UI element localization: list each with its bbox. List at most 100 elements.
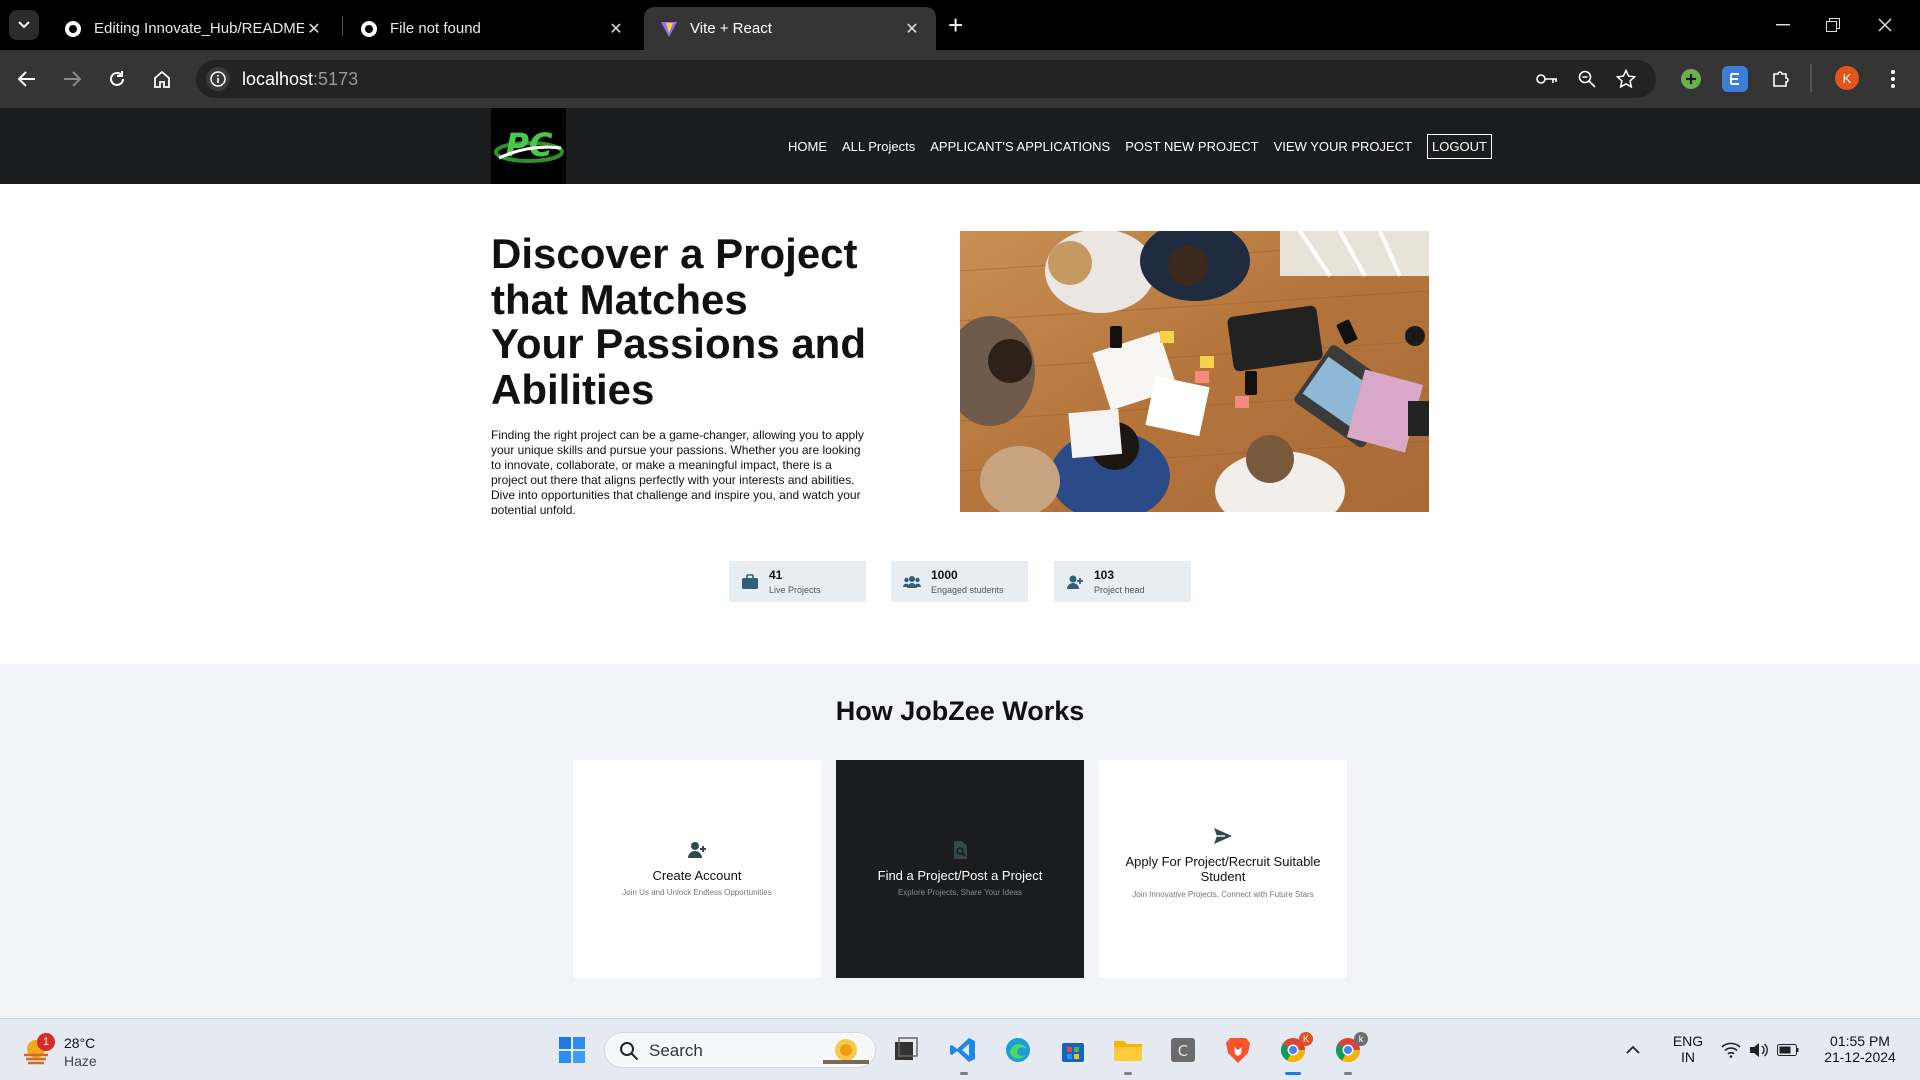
task-view-button[interactable] [888,1032,924,1068]
task-view-icon [895,1037,918,1060]
home-icon [154,70,170,88]
browser-toolbar: localhost:5173 [0,50,1920,108]
start-button[interactable] [554,1032,590,1068]
nav-link-home[interactable]: HOME [788,139,827,154]
chrome-profile-badge: k [1354,1032,1368,1046]
close-tab-icon[interactable]: ✕ [606,19,626,39]
reload-button[interactable] [102,64,132,94]
store-icon [1062,1043,1084,1062]
extension-blue-button[interactable] [1722,66,1748,92]
kebab-menu-icon [1891,70,1895,88]
running-indicator [960,1072,968,1075]
user-plus-icon [688,842,706,858]
c-app-icon: C [1171,1038,1195,1062]
c-app[interactable]: C [1165,1032,1201,1068]
users-icon [903,576,921,588]
close-icon [1878,18,1892,32]
home-button[interactable] [147,64,177,94]
url-text: localhost:5173 [242,69,358,90]
back-button[interactable] [12,64,42,94]
pc-logo-icon: PC [493,126,564,164]
close-tab-icon[interactable]: ✕ [304,19,324,39]
bookmark-star-icon[interactable] [1615,68,1637,90]
vscode-icon [950,1038,975,1062]
stat-value: 1000 [931,568,958,582]
nav-link-post-project[interactable]: POST NEW PROJECT [1125,139,1258,154]
edge-icon [1006,1038,1030,1062]
logout-button[interactable]: LOGOUT [1427,134,1492,159]
chrome-app-active[interactable]: K [1275,1032,1313,1068]
step-card-create-account: Create Account Join Us and Unlock Endles… [573,760,821,978]
stat-label: Engaged students [931,585,1004,595]
close-tab-icon[interactable]: ✕ [902,19,922,39]
send-icon [1214,828,1232,844]
card-title: Apply For Project/Recruit Suitable Stude… [1125,854,1321,884]
file-explorer-app[interactable] [1110,1032,1146,1068]
weather-temp: 28°C [64,1035,96,1051]
tab-search-button[interactable] [9,10,39,40]
windows-logo-icon [559,1037,585,1063]
nav-link-all-projects[interactable]: ALL Projects [842,139,915,154]
svg-text:C: C [1178,1042,1188,1060]
plus-circle-icon [1681,69,1701,89]
reload-icon [110,71,124,86]
browser-tab-strip: Editing Innovate_Hub/README ✕ File not f… [0,0,1920,50]
e-letter-icon [1730,73,1739,85]
profile-avatar[interactable]: K [1835,66,1859,90]
volume-icon [1750,1043,1768,1057]
chrome-menu-button[interactable] [1880,66,1906,92]
close-window-button[interactable] [1865,10,1905,40]
star-icon [1616,69,1636,89]
step-card-find-project: Find a Project/Post a Project Explore Pr… [836,760,1084,978]
new-tab-button[interactable]: + [948,12,963,38]
nav-link-applications[interactable]: APPLICANT'S APPLICATIONS [930,139,1110,154]
clock[interactable]: 01:55 PM 21-12-2024 [1810,1033,1910,1065]
browser-tab[interactable]: File not found ✕ [344,7,640,50]
brave-app[interactable] [1220,1032,1256,1068]
taskbar-search[interactable]: Search [604,1032,876,1068]
restore-button[interactable] [1813,10,1853,40]
tab-divider [342,16,343,36]
hero-image [960,231,1429,512]
system-status-button[interactable] [1710,1032,1810,1068]
github-icon [65,20,81,37]
vscode-app[interactable] [945,1032,981,1068]
vite-icon [661,21,677,37]
hero-title: Discover a Project that Matches Your Pas… [491,231,921,413]
minimize-button[interactable] [1763,10,1803,40]
hero-title-line1: Discover a Project that Matches [491,230,858,323]
extensions-button[interactable] [1768,66,1794,92]
url-host: localhost [242,69,314,89]
chevron-down-icon [18,21,30,29]
url-port: :5173 [313,69,359,89]
restore-icon [1826,18,1840,32]
edge-app[interactable] [1000,1032,1036,1068]
puzzle-icon [1773,71,1789,87]
stat-value: 103 [1094,568,1115,582]
chevron-up-icon [1626,1046,1640,1054]
search-highlight-icon [823,1039,869,1064]
browser-tab-active[interactable]: Vite + React ✕ [644,7,936,50]
chrome-app-secondary[interactable]: k [1330,1032,1368,1068]
browser-tab[interactable]: Editing Innovate_Hub/README ✕ [48,7,338,50]
hero-title-line2: Your Passions and Abilities [491,320,866,413]
address-bar[interactable]: localhost:5173 [196,60,1656,98]
weather-condition: Haze [64,1053,97,1069]
stat-live-projects: 41 Live Projects [729,561,866,602]
toolbar-divider [1810,64,1812,92]
site-info-button[interactable] [206,67,230,91]
store-app[interactable] [1055,1032,1091,1068]
running-indicator [1344,1072,1352,1075]
language-indicator[interactable]: ENG IN [1668,1033,1708,1065]
extension-green-button[interactable] [1678,66,1704,92]
tray-overflow-button[interactable] [1615,1032,1651,1068]
zoom-icon[interactable] [1576,68,1598,90]
battery-icon [1777,1044,1799,1056]
site-logo[interactable]: PC [491,108,566,184]
forward-button[interactable] [57,64,87,94]
nav-links: HOME ALL Projects APPLICANT'S APPLICATIO… [788,134,1492,159]
briefcase-icon [742,574,758,589]
password-key-icon[interactable] [1536,68,1558,90]
nav-link-view-project[interactable]: VIEW YOUR PROJECT [1274,139,1412,154]
search-icon [620,1042,639,1061]
